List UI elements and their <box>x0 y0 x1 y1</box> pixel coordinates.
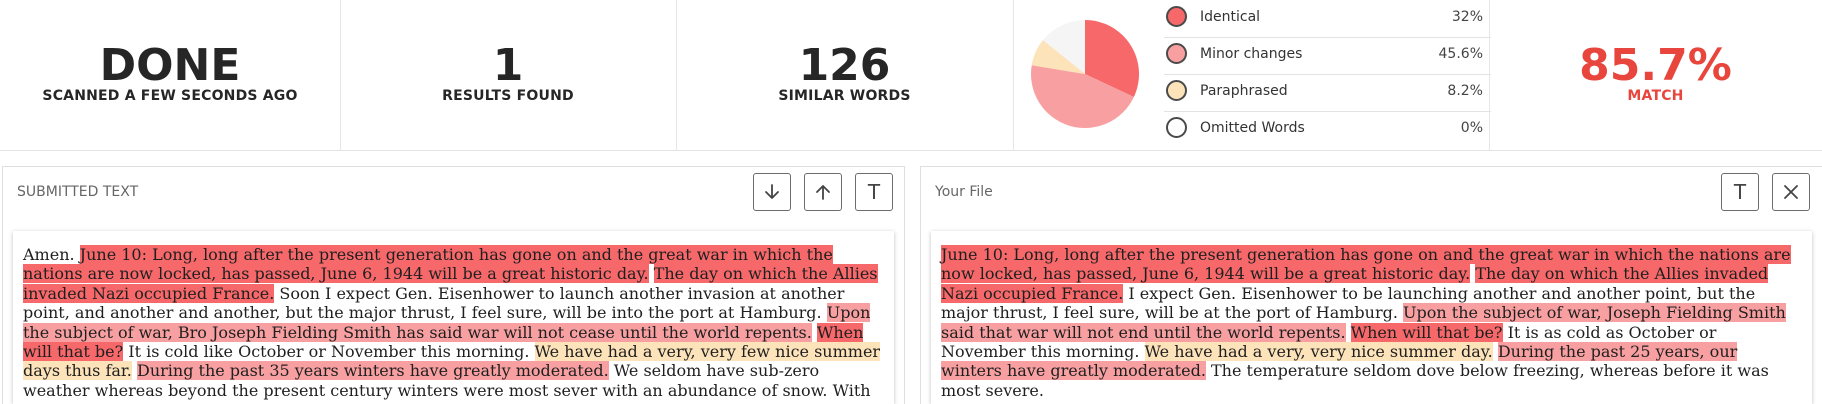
legend-label: Identical <box>1200 9 1261 25</box>
text-format-icon: T <box>867 180 881 204</box>
source-file-panel: Your File T June 10: Long, long after th… <box>920 166 1822 404</box>
scan-status-value: DONE <box>99 40 241 91</box>
text-format-icon: T <box>1733 180 1747 204</box>
legend-swatch-icon <box>1166 6 1187 27</box>
next-match-button[interactable] <box>753 173 791 211</box>
results-found: 1 RESULTS FOUND <box>340 0 677 150</box>
previous-match-button[interactable] <box>804 173 842 211</box>
legend-value: 32% <box>1451 9 1483 25</box>
results-found-label: RESULTS FOUND <box>442 88 574 104</box>
text-segment: Amen. <box>23 245 80 264</box>
match-score: 85.7% MATCH <box>1489 0 1822 150</box>
close-icon <box>1784 185 1798 199</box>
legend-label: Minor changes <box>1200 46 1303 62</box>
legend-item-minor-changes: Minor changes 45.6% <box>1164 37 1491 75</box>
scan-status: DONE SCANNED A FEW SECONDS AGO <box>0 0 341 150</box>
close-button[interactable] <box>1772 173 1810 211</box>
arrow-down-icon <box>765 184 779 199</box>
legend-item-omitted-words: Omitted Words 0% <box>1164 111 1491 148</box>
match-score-value: 85.7% <box>1579 40 1732 91</box>
similar-words: 126 SIMILAR WORDS <box>676 0 1014 150</box>
submitted-text-panel: SUBMITTED TEXT T Amen. June 10: Long, lo… <box>2 166 905 404</box>
legend-swatch-icon <box>1166 43 1187 64</box>
source-file-body: June 10: Long, long after the present ge… <box>931 231 1812 400</box>
identical-highlight[interactable]: When will that be? <box>1350 322 1503 342</box>
results-summary-bar: DONE SCANNED A FEW SECONDS AGO 1 RESULTS… <box>0 0 1822 151</box>
legend-value: 0% <box>1460 120 1483 136</box>
match-breakdown: Identical 32% Minor changes 45.6% Paraph… <box>1013 0 1491 150</box>
minor-highlight[interactable]: During the past 35 years winters have gr… <box>136 361 609 381</box>
arrow-up-icon <box>816 185 830 200</box>
legend-label: Omitted Words <box>1200 120 1305 136</box>
legend-item-paraphrased: Paraphrased 8.2% <box>1164 74 1491 112</box>
results-found-value: 1 <box>492 40 524 91</box>
submitted-text-body: Amen. June 10: Long, long after the pres… <box>13 231 894 400</box>
text-view-button[interactable]: T <box>855 173 893 211</box>
match-pie-chart <box>1031 20 1139 128</box>
submitted-text-title: SUBMITTED TEXT <box>17 184 139 200</box>
scan-status-label: SCANNED A FEW SECONDS AGO <box>42 88 298 104</box>
text-segment <box>1346 323 1351 342</box>
para-highlight[interactable]: We have had a very, very nice summer day… <box>1144 342 1493 362</box>
legend-label: Paraphrased <box>1200 83 1288 99</box>
text-segment: It is cold like October or November this… <box>123 342 535 362</box>
source-file-content: June 10: Long, long after the present ge… <box>931 231 1812 404</box>
legend-value: 45.6% <box>1438 46 1483 62</box>
similar-words-value: 126 <box>798 40 891 91</box>
legend-value: 8.2% <box>1447 83 1483 99</box>
legend-item-identical: Identical 32% <box>1164 0 1491 38</box>
source-file-title: Your File <box>935 184 993 200</box>
similar-words-label: SIMILAR WORDS <box>778 88 911 104</box>
text-view-button[interactable]: T <box>1721 173 1759 211</box>
match-score-label: MATCH <box>1627 88 1684 104</box>
submitted-text-content: Amen. June 10: Long, long after the pres… <box>13 231 894 404</box>
legend-swatch-icon <box>1166 117 1187 138</box>
text-segment <box>649 264 654 283</box>
legend-swatch-icon <box>1166 80 1187 101</box>
